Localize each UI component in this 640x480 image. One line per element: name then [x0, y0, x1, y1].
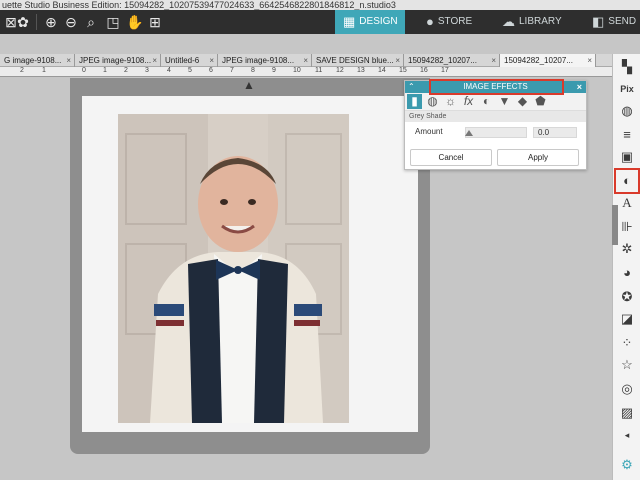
doc-tab[interactable]: 15094282_10207... ×	[404, 54, 500, 67]
close-icon[interactable]: ×	[491, 54, 496, 67]
chevron-up-icon[interactable]: ⌃	[408, 81, 415, 93]
right-sidebar: ▚ Pix ◍ ≡ ▣ ◐ A ⊪ ✲ ◕ ✪ ◪ ⁘ ☆ ◎ ▨ ◂ ⚙	[612, 54, 640, 480]
vertical-scrollbar[interactable]	[612, 205, 618, 245]
page-setup-icon[interactable]: ▚	[618, 58, 636, 76]
align-icon[interactable]: ⊪	[618, 218, 636, 236]
send-icon: ◧	[592, 14, 605, 29]
image-effects-icon-a[interactable]: ▣	[618, 148, 636, 166]
tint-icon[interactable]: ◆	[515, 94, 530, 109]
brightness-icon[interactable]: ☼	[443, 94, 458, 109]
tab-send-label: SEND	[608, 16, 637, 27]
rhinestone-icon[interactable]: ⁘	[618, 334, 636, 352]
zoom-out-icon[interactable]: ⊖	[62, 13, 80, 31]
doc-tab[interactable]: JPEG image-9108... ×	[75, 54, 161, 67]
star-icon[interactable]: ✪	[618, 288, 636, 306]
close-icon[interactable]: ×	[577, 81, 582, 93]
trace-icon[interactable]: ✲	[618, 240, 636, 258]
zoom-page-icon[interactable]: ◳	[104, 13, 122, 31]
tab-store[interactable]: ● STORE	[418, 10, 488, 34]
amount-row: Amount 0.0	[405, 122, 586, 142]
shape-icon[interactable]: ⬟	[533, 94, 548, 109]
palette-icon[interactable]: ◍	[425, 94, 440, 109]
fill-color-icon[interactable]: ◍	[618, 102, 636, 120]
close-icon[interactable]: ×	[209, 54, 214, 67]
cancel-button[interactable]: Cancel	[410, 149, 492, 166]
settings-icon[interactable]: ⚙	[618, 456, 636, 474]
zoom-fit-icon[interactable]: ⌕	[82, 13, 100, 31]
doc-tab[interactable]: G image-9108... ×	[0, 54, 75, 67]
cloud-icon: ☁	[502, 14, 515, 29]
document-tabs: G image-9108... × JPEG image-9108... × Unt…	[0, 54, 612, 67]
image-effects-panel: ⌃ IMAGE EFFECTS × ▮ ◍ ☼ fx ◐ ▼ ◆ ⬟ Grey …	[404, 79, 587, 170]
amount-slider[interactable]	[465, 127, 527, 138]
collapse-icon[interactable]: ◂	[618, 426, 636, 444]
amount-value-input[interactable]: 0.0	[533, 127, 577, 138]
tab-design[interactable]: ▦ DESIGN	[335, 10, 405, 34]
horizontal-ruler: 2 1 0 1 2 3 4 5 6 7 8 9 10 11 12 13 14 1…	[0, 67, 612, 77]
zoom-in-icon[interactable]: ⊕	[42, 13, 60, 31]
photo-image[interactable]	[118, 114, 349, 423]
close-icon[interactable]: ×	[66, 54, 71, 67]
add-page-icon[interactable]: ⊞	[146, 13, 164, 31]
fx-icon[interactable]: fx	[461, 94, 476, 109]
close-icon[interactable]: ×	[587, 54, 592, 67]
window-title: uette Studio Business Edition: 15094282_…	[0, 0, 640, 10]
effects-icon-row: ▮ ◍ ☼ fx ◐ ▼ ◆ ⬟	[405, 93, 586, 111]
doc-tab[interactable]: Untitled-6 ×	[161, 54, 218, 67]
pixscan-icon[interactable]: Pix	[618, 80, 636, 98]
apply-button[interactable]: Apply	[497, 149, 579, 166]
grey-shade-icon[interactable]: ▮	[407, 94, 422, 109]
main-toolbar: ⊠ ✿ ⊕ ⊖ ⌕ ◳ ✋ ⊞ ▦ DESIGN ● STORE ☁ LIBRA…	[0, 10, 640, 34]
star-outline-icon[interactable]: ☆	[618, 356, 636, 374]
sidebar-highlight-box	[614, 168, 640, 194]
photo-illustration	[118, 114, 349, 423]
close-icon[interactable]: ×	[152, 54, 157, 67]
tab-library[interactable]: ☁ LIBRARY	[494, 10, 564, 34]
contrast-icon[interactable]: ◐	[479, 94, 494, 109]
tab-design-label: DESIGN	[359, 16, 398, 27]
close-icon[interactable]: ×	[395, 54, 400, 67]
tab-send[interactable]: ◧ SEND	[584, 10, 640, 34]
amount-label: Amount	[415, 127, 443, 136]
sketch-icon[interactable]: ◪	[618, 310, 636, 328]
select-image-icon[interactable]: ✿	[14, 13, 32, 31]
filter-icon[interactable]: ▼	[497, 94, 512, 109]
store-icon: ●	[426, 14, 434, 29]
doc-tab-active[interactable]: 15094282_10207... ×	[500, 54, 596, 67]
close-icon[interactable]: ×	[303, 54, 308, 67]
offset-icon[interactable]: ◕	[618, 264, 636, 282]
spiral-icon[interactable]: ◎	[618, 380, 636, 398]
section-label: Grey Shade	[405, 111, 586, 122]
grid-icon: ▦	[343, 14, 356, 29]
title-highlight-box	[429, 79, 564, 95]
doc-tab[interactable]: SAVE DESIGN blue... ×	[312, 54, 404, 67]
tab-library-label: LIBRARY	[519, 16, 562, 27]
tab-store-label: STORE	[437, 16, 473, 27]
feed-arrow-icon: ▲	[243, 78, 255, 92]
slider-thumb[interactable]	[465, 130, 473, 136]
pan-icon[interactable]: ✋	[126, 13, 144, 31]
text-style-icon[interactable]: A	[618, 194, 636, 212]
doc-tab[interactable]: JPEG image-9108... ×	[218, 54, 312, 67]
line-style-icon[interactable]: ≡	[618, 126, 636, 144]
hatch-icon[interactable]: ▨	[618, 404, 636, 422]
